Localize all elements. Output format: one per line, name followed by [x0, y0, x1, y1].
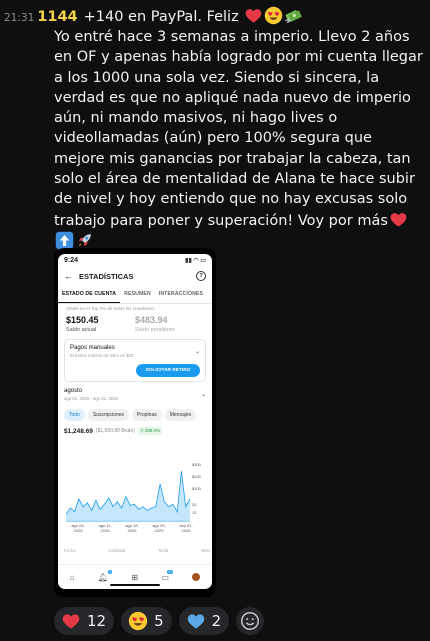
earnings-filter-chips: Todo Suscripciones Propinas Mensajes — [58, 401, 212, 421]
chevron-down-icon: ⌄ — [194, 349, 200, 355]
chart-x-tick: 2025 — [101, 528, 111, 533]
phone-screen: 9:24 ▮▮ ◠ ▭ ← ESTADÍSTICAS ? ESTADO DE C… — [58, 254, 212, 589]
chart-x-tick: 2025 — [182, 528, 192, 533]
message-time: 21:31 — [4, 12, 35, 24]
plus-icon: ⊞ — [131, 572, 139, 582]
heart-emoji-icon — [61, 611, 81, 631]
earnings-chart: $300$200$1002010ago 04,2025ago 11,2025ag… — [65, 462, 202, 533]
blue-heart-emoji-icon — [186, 611, 206, 631]
tab-interacciones: INTERACCIONES — [158, 291, 204, 297]
reaction-smiling-face-hearts[interactable]: 5 — [121, 607, 172, 635]
message-body-text: Yo entré hace 3 semanas a imperio. Llevo… — [54, 29, 423, 229]
chart-x-tick: 2025 — [155, 528, 165, 533]
earnings-change-badge: ↗ 289.2% — [137, 427, 163, 435]
month-label: agosto — [64, 388, 83, 394]
top-creator-notice: ¡Estás en el Top 4% de todos los creador… — [66, 306, 154, 311]
manual-payments-label: Pagos manuales — [70, 345, 115, 351]
phone-status-bar: 9:24 ▮▮ ◠ ▭ — [58, 254, 212, 267]
heart-eyes-emoji-icon — [264, 6, 283, 25]
chart-y-tick: $100 — [192, 486, 202, 491]
earnings-gross: ($1,560.89 Bruto) — [95, 428, 135, 434]
column-tarifa: Tarifa — [158, 548, 169, 553]
page-title: ESTADÍSTICAS — [79, 271, 134, 281]
message-body: Yo entré hace 3 semanas a imperio. Llevo… — [54, 27, 424, 252]
pending-balance-label: Saldo pendiente — [135, 327, 175, 333]
add-reaction-button[interactable] — [236, 607, 265, 635]
avatar — [192, 573, 201, 581]
pending-balance-amount: $483.94 — [135, 315, 168, 325]
bell-icon: 🔔︎ 1 — [97, 569, 113, 582]
attached-screenshot[interactable]: 9:24 ▮▮ ◠ ▭ ← ESTADÍSTICAS ? ESTADO DE C… — [54, 248, 216, 597]
chart-y-tick: 20 — [192, 502, 197, 507]
column-fecha: Fecha — [64, 548, 76, 553]
chart-y-tick: 10 — [192, 510, 197, 515]
back-arrow-icon: ← — [64, 271, 73, 281]
column-cantidad: Cantidad — [108, 548, 126, 553]
chevron-down-icon: ⌄ — [200, 392, 206, 398]
earnings-summary: $1,248.69 ($1,560.89 Bruto) ↗ 289.2% — [58, 421, 212, 435]
message-header: 21:31 1144 +140 en PayPal. Feliz — [4, 6, 303, 27]
chart-x-tick: 2025 — [128, 528, 138, 533]
balances: $150.45 Saldo actual $483.94 Saldo pendi… — [58, 313, 212, 333]
home-indicator — [110, 584, 160, 586]
stats-tabs: ESTADO DE CUENTA RESUMEN INTERACCIONES — [58, 285, 212, 304]
reaction-heart[interactable]: 12 — [54, 607, 115, 635]
month-selector: agosto ago 01, 2025 - ago 31, 2025 ⌄ — [58, 382, 212, 401]
home-icon: ⌂ — [69, 572, 75, 582]
current-balance: $150.45 Saldo actual — [66, 315, 135, 333]
heart-emoji-icon — [244, 6, 263, 25]
chart-y-tick: $200 — [192, 474, 202, 479]
message-first-line: +140 en PayPal. Feliz — [83, 9, 239, 25]
stats-header: ← ESTADÍSTICAS ? — [58, 267, 212, 285]
message-counter: 1144 — [37, 9, 78, 25]
reaction-count: 5 — [154, 612, 164, 630]
chart-x-tick: 2025 — [74, 528, 84, 533]
column-neto: Neto — [201, 548, 210, 553]
tab-estado-de-cuenta: ESTADO DE CUENTA — [58, 285, 121, 303]
reaction-count: 12 — [87, 612, 107, 630]
help-icon: ? — [196, 271, 206, 281]
month-range: ago 01, 2025 - ago 31, 2025 — [64, 396, 118, 401]
earnings-net: $1,248.69 — [64, 427, 93, 435]
minimum-withdrawal-note: El monto mínimo de retiro es $20 — [70, 353, 134, 358]
chip-mensajes: Mensajes — [164, 409, 197, 421]
current-balance-label: Saldo actual — [66, 327, 97, 333]
manual-payments-card: Pagos manuales El monto mínimo de retiro… — [64, 339, 206, 382]
chip-suscripciones: Suscripciones — [87, 409, 129, 421]
chart-area-series-0 — [66, 471, 190, 522]
chip-propinas: Propinas — [131, 409, 162, 421]
request-withdrawal-button: SOLICITAR RETIRO — [136, 364, 200, 377]
current-balance-amount: $150.45 — [66, 315, 99, 325]
table-column-headers: Fecha Cantidad Tarifa Neto — [64, 548, 210, 553]
smiling-face-hearts-emoji-icon — [128, 611, 148, 631]
chart-y-tick: $300 — [192, 462, 202, 467]
reaction-count: 2 — [211, 612, 222, 630]
chart-line-series-1 — [65, 520, 191, 522]
money-with-wings-emoji-icon — [284, 6, 303, 25]
pending-balance: $483.94 Saldo pendiente — [135, 315, 204, 333]
status-time: 9:24 — [64, 257, 79, 264]
smiley-icon — [239, 610, 261, 632]
reactions-bar: 12 5 2 — [54, 607, 265, 635]
heart-emoji-icon — [389, 210, 408, 229]
tab-resumen: RESUMEN — [124, 291, 151, 297]
messages-icon: ▭ 22 — [161, 569, 173, 582]
reaction-blue-heart[interactable]: 2 — [178, 607, 230, 635]
signal-wifi-battery-icon: ▮▮ ◠ ▭ — [185, 258, 206, 264]
chip-todo: Todo — [64, 409, 85, 421]
